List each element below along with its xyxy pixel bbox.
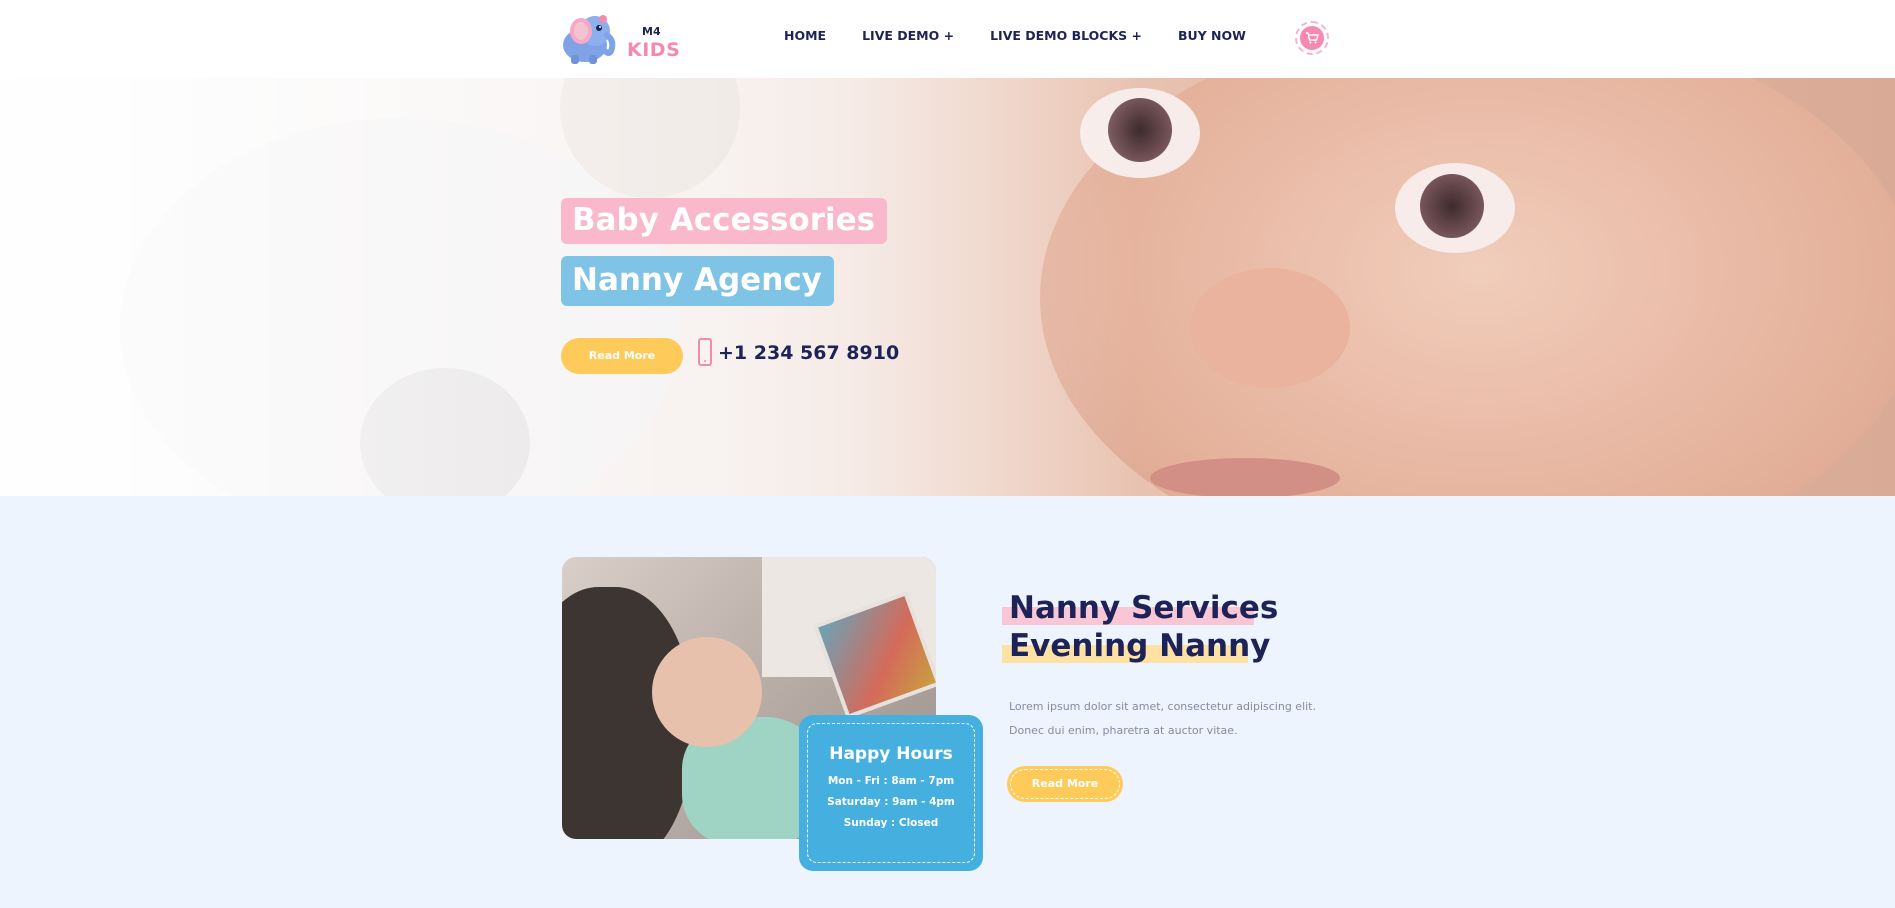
hero-banner: [0, 78, 1895, 496]
nav-live-demo-blocks[interactable]: LIVE DEMO BLOCKS +: [990, 28, 1142, 43]
hours-sunday: Sunday : Closed: [843, 817, 939, 829]
hours-saturday: Saturday : 9am - 4pm: [827, 796, 955, 808]
logo-text-top: M4: [642, 25, 661, 38]
nav-home[interactable]: HOME: [784, 28, 826, 43]
logo[interactable]: M4 KIDS: [555, 11, 680, 67]
nav-live-demo[interactable]: LIVE DEMO +: [862, 28, 954, 43]
happy-hours-card: Happy Hours Mon - Fri : 8am - 7pm Saturd…: [799, 715, 983, 871]
services-description: Lorem ipsum dolor sit amet, consectetur …: [1009, 695, 1349, 743]
services-title-line2: Evening Nanny: [1009, 628, 1271, 664]
cart-icon: [1300, 26, 1324, 50]
mobile-phone-icon: [698, 338, 712, 366]
hero-title-nanny-agency: Nanny Agency: [561, 256, 834, 306]
site-header: M4 KIDS HOME LIVE DEMO + LIVE DEMO BLOCK…: [0, 0, 1895, 78]
hero-title-accessories: Baby Accessories: [561, 198, 888, 244]
hours-weekdays: Mon - Fri : 8am - 7pm: [827, 775, 955, 787]
cart-button[interactable]: [1295, 21, 1329, 55]
elephant-logo-icon: [563, 15, 616, 64]
logo-text-bottom: KIDS: [627, 39, 681, 61]
hero-phone-number[interactable]: +1 234 567 8910: [718, 342, 899, 364]
services-description-line2: Donec dui enim, pharetra at auctor vitae…: [1009, 724, 1238, 737]
services-read-more-button[interactable]: Read More: [1007, 766, 1123, 802]
happy-hours-title: Happy Hours: [829, 744, 953, 764]
services-title-line1: Nanny Services: [1009, 590, 1279, 626]
nav-buy-now[interactable]: BUY NOW: [1178, 28, 1246, 43]
main-nav: HOME LIVE DEMO + LIVE DEMO BLOCKS + BUY …: [784, 28, 1246, 43]
services-read-more-label: Read More: [1010, 769, 1120, 799]
hero-read-more-button[interactable]: Read More: [561, 338, 683, 374]
services-description-line1: Lorem ipsum dolor sit amet, consectetur …: [1009, 700, 1316, 713]
